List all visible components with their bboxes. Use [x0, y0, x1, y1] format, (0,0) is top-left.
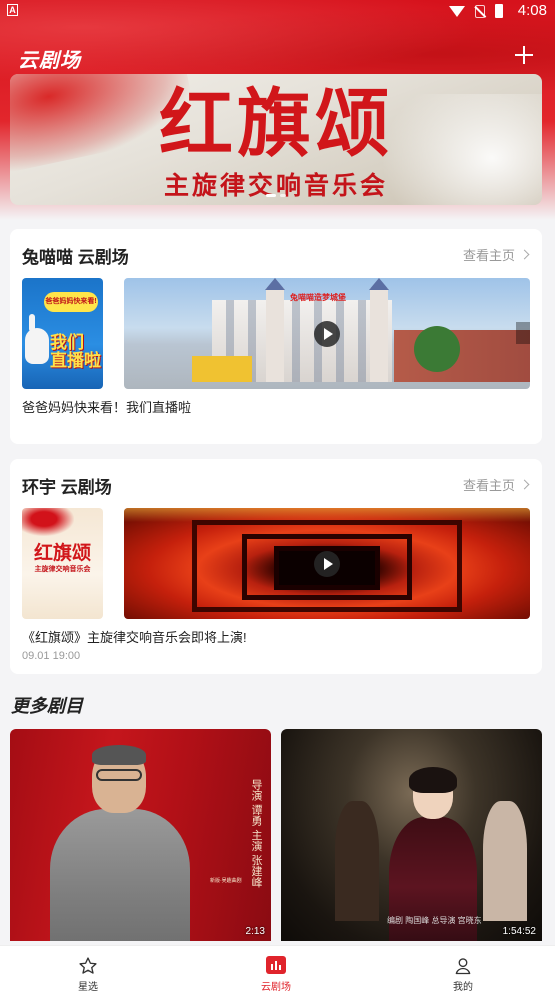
hero-banner[interactable]: 红旗颂 主旋律交响音乐会 [10, 74, 542, 205]
nav-label: 云剧场 [261, 982, 291, 993]
view-homepage-link[interactable]: 查看主页 [462, 475, 530, 494]
battery-icon [495, 4, 503, 18]
nav-tab-star[interactable]: 星选 [48, 946, 128, 993]
chevron-right-icon [519, 479, 530, 490]
card-description: 《红旗颂》主旋律交响音乐会即将上演! [22, 630, 247, 645]
card-thumbnail[interactable]: 红旗颂 主旋律交响音乐会 [22, 508, 103, 619]
video-duration: 1:54:52 [502, 926, 536, 937]
nav-tab-mine[interactable]: 我的 [423, 946, 503, 993]
poster-credits: 编剧 陶国峰 总导演 宫晓东 [387, 916, 482, 925]
nav-tab-theater[interactable]: 云剧场 [236, 946, 316, 993]
wifi-icon [449, 5, 465, 17]
chevron-right-icon [519, 249, 530, 260]
nav-label: 星选 [78, 982, 98, 993]
thumb-headline: 我们 直播啦 [50, 333, 101, 370]
card-thumbnail[interactable]: 爸爸妈妈快来看! 我们 直播啦 [22, 278, 103, 389]
view-homepage-label: 查看主页 [462, 248, 515, 263]
banner-pager [266, 194, 286, 197]
notification-icon: A [7, 4, 18, 16]
banner-title: 红旗颂 [159, 81, 393, 167]
play-icon[interactable] [314, 551, 340, 577]
title-bar: 云剧场 [0, 40, 555, 74]
user-icon [455, 958, 471, 975]
status-time: 4:08 [517, 2, 547, 19]
status-bar: A 4:08 [0, 0, 555, 24]
nav-label: 我的 [453, 982, 473, 993]
play-icon[interactable] [314, 321, 340, 347]
theater-card: 兔喵喵 云剧场 查看主页 爸爸妈妈快来看! 我们 直播啦 兔喵喵造梦城堡 爸爸妈… [10, 229, 542, 444]
app-root: A 4:08 云剧场 红旗颂 主旋律交响音乐会 兔喵喵 云剧场 查看主页 爸爸妈… [0, 0, 555, 993]
video-player[interactable]: 兔喵喵造梦城堡 [124, 278, 530, 389]
no-sim-icon [475, 4, 485, 18]
card-title: 环宇 云剧场 [22, 478, 112, 497]
video-player[interactable] [124, 508, 530, 619]
page-title: 云剧场 [18, 50, 81, 72]
thumb-bubble-text: 爸爸妈妈快来看! [44, 292, 98, 312]
bunny-mascot [25, 314, 49, 364]
chart-icon [266, 956, 286, 974]
card-title: 兔喵喵 云剧场 [22, 248, 129, 267]
video-duration: 2:13 [245, 926, 265, 937]
more-section-title: 更多剧目 [11, 696, 83, 716]
poster-figure [50, 745, 190, 941]
bottom-nav: 星选 云剧场 我的 [0, 945, 555, 993]
card-time: 09.01 19:00 [22, 650, 81, 662]
view-homepage-link[interactable]: 查看主页 [462, 245, 530, 264]
theater-card: 环宇 云剧场 查看主页 红旗颂 主旋律交响音乐会 《红旗颂》主旋律交响音乐会即将… [10, 459, 542, 674]
show-poster[interactable]: 编剧 陶国峰 总导演 宫晓东 1:54:52 [281, 729, 542, 941]
plus-icon[interactable] [513, 44, 535, 66]
star-icon [79, 957, 97, 974]
thumb-title: 红旗颂 [33, 542, 91, 564]
view-homepage-label: 查看主页 [462, 478, 515, 493]
thumb-subtitle: 主旋律交响音乐会 [34, 566, 91, 573]
video-caption: 兔喵喵造梦城堡 [290, 293, 346, 302]
poster-footer: 新版·吴趣曲剧 [210, 878, 242, 884]
card-description: 爸爸妈妈快来看！我们直播啦 [22, 400, 192, 415]
next-arrow-icon[interactable] [516, 322, 530, 344]
show-poster[interactable]: 导演 谭勇 主演 张建峰 新版·吴趣曲剧 2:13 [10, 729, 271, 941]
